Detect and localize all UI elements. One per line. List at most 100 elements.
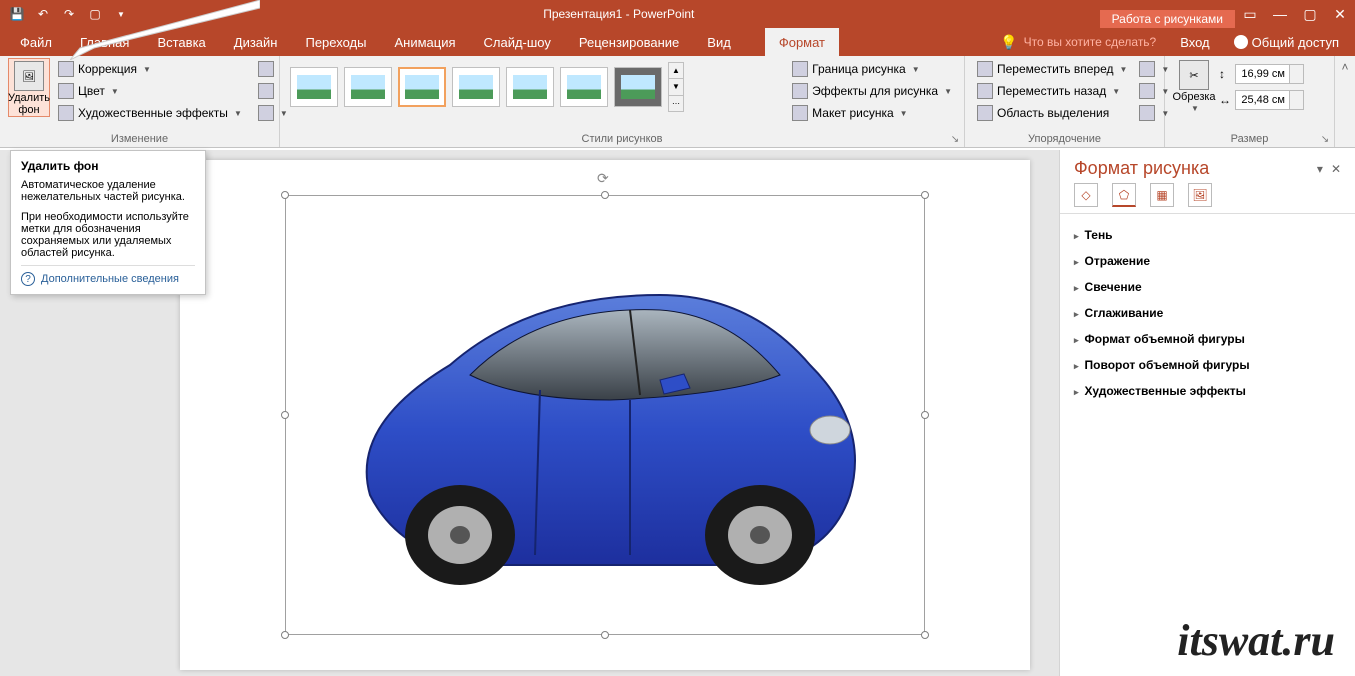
width-stepper[interactable] xyxy=(1290,90,1304,110)
gallery-down-button[interactable]: ▼ xyxy=(669,79,683,95)
color-button[interactable]: Цвет ▼ xyxy=(54,80,246,102)
chevron-down-icon: ▼ xyxy=(111,87,119,96)
collapse-ribbon-icon[interactable]: ˄ xyxy=(1341,60,1348,74)
redo-button[interactable]: ↷ xyxy=(58,3,80,25)
corrections-button[interactable]: Коррекция ▼ xyxy=(54,58,246,80)
section-reflection[interactable]: Отражение xyxy=(1074,248,1341,274)
slide-canvas[interactable]: ⟳ xyxy=(180,160,1030,670)
gallery-item[interactable] xyxy=(506,67,554,107)
tooltip-text-2: При необходимости используйте метки для … xyxy=(21,211,195,259)
chevron-down-icon: ▼ xyxy=(900,109,908,118)
inserted-picture-car[interactable] xyxy=(330,215,890,615)
height-icon: ↕ xyxy=(1219,67,1235,81)
dialog-launcher-styles[interactable]: ↘ xyxy=(948,132,962,146)
border-icon xyxy=(792,61,808,77)
picture-effects-button[interactable]: Эффекты для рисунка ▼ xyxy=(788,80,956,102)
section-soft-edges[interactable]: Сглаживание xyxy=(1074,300,1341,326)
gallery-item[interactable] xyxy=(344,67,392,107)
picture-styles-gallery: ▲ ▼ ⋯ xyxy=(288,58,784,116)
sign-in-link[interactable]: Вход xyxy=(1166,28,1223,56)
contextual-tab-label: Работа с рисунками xyxy=(1100,10,1235,28)
gallery-item[interactable] xyxy=(398,67,446,107)
send-backward-button[interactable]: Переместить назад▼ xyxy=(973,80,1131,102)
resize-handle-bl[interactable] xyxy=(281,631,289,639)
picture-layout-button[interactable]: Макет рисунка ▼ xyxy=(788,102,956,124)
compress-icon xyxy=(258,61,274,77)
color-icon xyxy=(58,83,74,99)
start-from-beginning-button[interactable]: ▢ xyxy=(84,3,106,25)
fp-tab-effects-icon[interactable]: ⬠ xyxy=(1112,183,1136,207)
gallery-item[interactable] xyxy=(614,67,662,107)
picture-border-button[interactable]: Граница рисунка ▼ xyxy=(788,58,956,80)
tooltip-more-link[interactable]: ? Дополнительные сведения xyxy=(21,265,195,286)
section-artistic-effects[interactable]: Художественные эффекты xyxy=(1074,378,1341,404)
section-3d-rotation[interactable]: Поворот объемной фигуры xyxy=(1074,352,1341,378)
group-icon xyxy=(1139,83,1155,99)
bring-forward-label: Переместить вперед xyxy=(997,62,1113,76)
fp-tab-picture-icon[interactable]: 🖼 xyxy=(1188,183,1212,207)
tell-me-search[interactable]: 💡 Что вы хотите сделать? xyxy=(990,28,1166,56)
gallery-more-button[interactable]: ⋯ xyxy=(669,96,683,111)
maximize-button[interactable]: ▢ xyxy=(1295,0,1325,28)
ribbon-group-styles: ▲ ▼ ⋯ Граница рисунка ▼ Эффекты для рису… xyxy=(280,56,965,147)
height-stepper[interactable] xyxy=(1290,64,1304,84)
gallery-item[interactable] xyxy=(560,67,608,107)
corrections-icon xyxy=(58,61,74,77)
selection-pane-button[interactable]: Область выделения xyxy=(973,102,1131,124)
ribbon-tabbar: Файл Главная Вставка Дизайн Переходы Ани… xyxy=(0,28,1355,56)
resize-handle-br[interactable] xyxy=(921,631,929,639)
border-label: Граница рисунка xyxy=(812,62,906,76)
remove-bg-label: Удалить фон xyxy=(8,92,50,116)
fp-tab-size-icon[interactable]: ▦ xyxy=(1150,183,1174,207)
save-button[interactable]: 💾 xyxy=(6,3,28,25)
tab-transitions[interactable]: Переходы xyxy=(291,28,380,56)
width-icon: ↔ xyxy=(1219,93,1235,107)
person-icon xyxy=(1234,35,1248,49)
crop-button[interactable]: ✂ Обрезка ▼ xyxy=(1173,58,1215,113)
tooltip-title: Удалить фон xyxy=(21,159,195,173)
tab-slideshow[interactable]: Слайд-шоу xyxy=(470,28,565,56)
tab-animations[interactable]: Анимация xyxy=(380,28,469,56)
section-glow[interactable]: Свечение xyxy=(1074,274,1341,300)
resize-handle-tr[interactable] xyxy=(921,191,929,199)
bring-forward-icon xyxy=(977,61,993,77)
resize-handle-bc[interactable] xyxy=(601,631,609,639)
close-button[interactable]: ✕ xyxy=(1325,0,1355,28)
tab-home[interactable]: Главная xyxy=(66,28,143,56)
width-input[interactable] xyxy=(1235,90,1290,110)
undo-button[interactable]: ↶ xyxy=(32,3,54,25)
resize-handle-ml[interactable] xyxy=(281,411,289,419)
tab-design[interactable]: Дизайн xyxy=(220,28,292,56)
resize-handle-tl[interactable] xyxy=(281,191,289,199)
remove-bg-icon: 🖼 xyxy=(14,61,44,91)
gallery-up-button[interactable]: ▲ xyxy=(669,63,683,79)
tab-file[interactable]: Файл xyxy=(6,28,66,56)
fp-tab-fill-icon[interactable]: ◇ xyxy=(1074,183,1098,207)
resize-handle-tc[interactable] xyxy=(601,191,609,199)
layout-label: Макет рисунка xyxy=(812,106,894,120)
ribbon-options-icon[interactable]: ▭ xyxy=(1235,0,1265,28)
format-pane-tabs: ◇ ⬠ ▦ 🖼 xyxy=(1060,183,1355,214)
share-button[interactable]: Общий доступ xyxy=(1224,28,1349,56)
section-3d-format[interactable]: Формат объемной фигуры xyxy=(1074,326,1341,352)
ribbon-group-adjust: 🖼 Удалить фон Коррекция ▼ Цвет ▼ Художес… xyxy=(0,56,280,147)
dialog-launcher-size[interactable]: ↘ xyxy=(1318,132,1332,146)
tab-format[interactable]: Формат xyxy=(765,28,839,56)
gallery-item[interactable] xyxy=(452,67,500,107)
tab-view[interactable]: Вид xyxy=(693,28,745,56)
bring-forward-button[interactable]: Переместить вперед▼ xyxy=(973,58,1131,80)
qat-more-button[interactable]: ▼ xyxy=(110,3,132,25)
resize-handle-mr[interactable] xyxy=(921,411,929,419)
rotate-handle[interactable]: ⟳ xyxy=(597,170,609,187)
minimize-button[interactable]: — xyxy=(1265,0,1295,28)
section-shadow[interactable]: Тень xyxy=(1074,222,1341,248)
tab-insert[interactable]: Вставка xyxy=(143,28,219,56)
height-input[interactable] xyxy=(1235,64,1290,84)
chevron-down-icon: ▼ xyxy=(1191,104,1199,113)
artistic-effects-button[interactable]: Художественные эффекты ▼ xyxy=(54,102,246,124)
gallery-item[interactable] xyxy=(290,67,338,107)
remove-background-button[interactable]: 🖼 Удалить фон xyxy=(8,58,50,117)
tab-review[interactable]: Рецензирование xyxy=(565,28,693,56)
pane-options-button[interactable]: ▾ xyxy=(1317,162,1323,176)
pane-close-button[interactable]: ✕ xyxy=(1331,162,1341,176)
